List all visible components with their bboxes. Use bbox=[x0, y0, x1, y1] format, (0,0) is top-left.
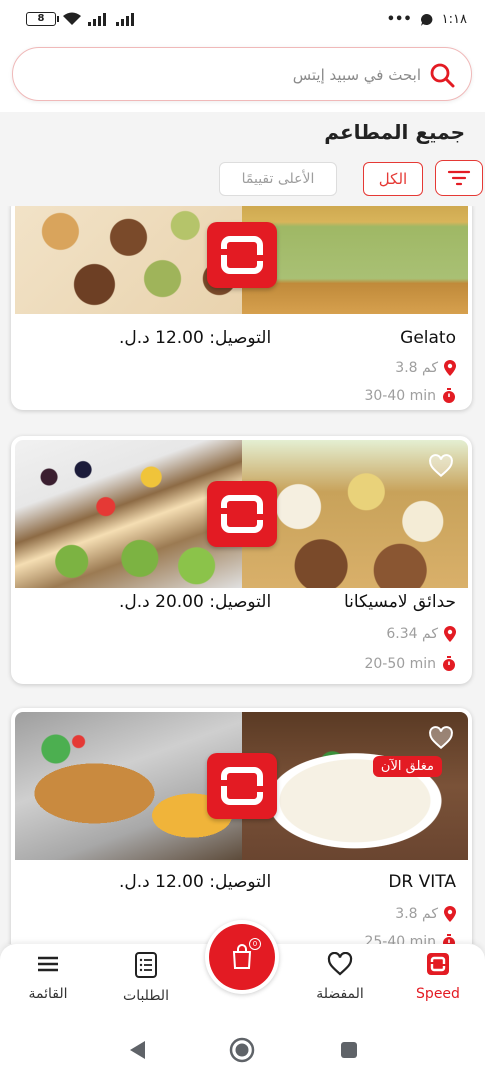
page-title: جميع المطاعم bbox=[324, 120, 465, 144]
nav-label-menu: القائمة bbox=[28, 986, 68, 1002]
battery-icon: 8 bbox=[26, 12, 59, 26]
time-row: 20-50 min bbox=[364, 656, 456, 672]
filter-button[interactable] bbox=[435, 160, 483, 196]
time-row: 25-40 min bbox=[364, 934, 456, 944]
distance-text: 3.8 كم bbox=[395, 906, 438, 922]
search-input[interactable] bbox=[33, 60, 421, 90]
nav-label-speed: Speed bbox=[416, 986, 460, 1002]
nav-item-orders[interactable]: الطلبات bbox=[106, 952, 186, 1022]
closed-now-badge: مغلق الآن bbox=[372, 756, 442, 777]
restaurant-logo bbox=[206, 222, 277, 288]
restaurant-card[interactable]: Gelato التوصيل: 12.00 د.ل. 3.8 كم 30-40 … bbox=[11, 206, 472, 410]
timer-icon bbox=[443, 934, 455, 944]
wifi-icon bbox=[63, 12, 81, 25]
delivery-time: 20-50 min bbox=[364, 656, 436, 672]
filter-bar: الكل الأعلى تقييمًا bbox=[0, 158, 485, 200]
nav-label-favorites: المفضلة bbox=[316, 986, 364, 1002]
home-icon[interactable] bbox=[229, 1037, 255, 1063]
location-pin-icon bbox=[444, 626, 456, 642]
nav-label-orders: الطلبات bbox=[123, 988, 169, 1004]
cart-button[interactable]: 0 bbox=[205, 920, 279, 994]
heart-icon bbox=[327, 952, 353, 976]
distance-row: 3.8 كم bbox=[395, 906, 456, 922]
filter-icon bbox=[447, 170, 471, 186]
timer-icon bbox=[443, 656, 455, 671]
distance-text: 3.8 كم bbox=[395, 360, 438, 376]
recents-icon[interactable] bbox=[340, 1041, 358, 1059]
status-bar: 8 ••• ١:١٨ bbox=[0, 0, 485, 40]
search-box[interactable] bbox=[12, 47, 472, 101]
restaurant-name: حدائق لامسيكانا bbox=[343, 592, 456, 612]
delivery-fee: التوصيل: 12.00 د.ل. bbox=[119, 872, 272, 892]
chat-bubble-icon bbox=[420, 13, 433, 26]
system-navigation-bar bbox=[0, 1026, 485, 1080]
restaurant-card[interactable]: مغلق الآن DR VITA التوصيل: 12.00 د.ل. 3.… bbox=[11, 708, 472, 944]
search-icon[interactable] bbox=[429, 62, 455, 88]
nav-item-favorites[interactable]: المفضلة bbox=[300, 952, 380, 1022]
restaurant-list[interactable]: Gelato التوصيل: 12.00 د.ل. 3.8 كم 30-40 … bbox=[0, 206, 485, 944]
more-dots-icon: ••• bbox=[386, 12, 412, 27]
delivery-fee: التوصيل: 12.00 د.ل. bbox=[119, 328, 272, 348]
back-icon[interactable] bbox=[128, 1040, 146, 1060]
timer-icon bbox=[443, 388, 455, 403]
signal-icon bbox=[116, 13, 134, 26]
restaurant-image bbox=[15, 440, 468, 588]
delivery-time: 25-40 min bbox=[364, 934, 436, 944]
delivery-fee: التوصيل: 20.00 د.ل. bbox=[119, 592, 272, 612]
hamburger-menu-icon bbox=[38, 956, 58, 972]
time-row: 30-40 min bbox=[364, 388, 456, 404]
restaurant-image: مغلق الآن bbox=[15, 712, 468, 860]
location-pin-icon bbox=[444, 906, 456, 922]
restaurant-image bbox=[15, 206, 468, 314]
filter-chip-all[interactable]: الكل bbox=[363, 162, 423, 196]
clock-time: ١:١٨ bbox=[441, 12, 467, 27]
restaurant-name: Gelato bbox=[400, 328, 456, 348]
cart-button-inner: 0 bbox=[209, 924, 275, 990]
nav-item-speed[interactable]: Speed bbox=[398, 952, 478, 1022]
restaurant-logo bbox=[206, 481, 277, 547]
filter-chip-top-rated[interactable]: الأعلى تقييمًا bbox=[219, 162, 337, 196]
restaurant-logo bbox=[206, 753, 277, 819]
signal-icon bbox=[88, 13, 106, 26]
cart-count-badge: 0 bbox=[249, 938, 261, 950]
nav-item-menu[interactable]: القائمة bbox=[8, 952, 88, 1022]
speed-logo-icon bbox=[427, 953, 449, 975]
distance-row: 3.8 كم bbox=[395, 360, 456, 376]
favorite-heart-icon[interactable] bbox=[428, 726, 454, 750]
search-bar-container bbox=[0, 40, 485, 112]
distance-row: 6.34 كم bbox=[386, 626, 456, 642]
restaurant-name: DR VITA bbox=[388, 872, 456, 892]
distance-text: 6.34 كم bbox=[386, 626, 438, 642]
favorite-heart-icon[interactable] bbox=[428, 454, 454, 478]
restaurant-card[interactable]: حدائق لامسيكانا التوصيل: 20.00 د.ل. 6.34… bbox=[11, 436, 472, 684]
orders-list-icon bbox=[135, 952, 157, 978]
location-pin-icon bbox=[444, 360, 456, 376]
delivery-time: 30-40 min bbox=[364, 388, 436, 404]
